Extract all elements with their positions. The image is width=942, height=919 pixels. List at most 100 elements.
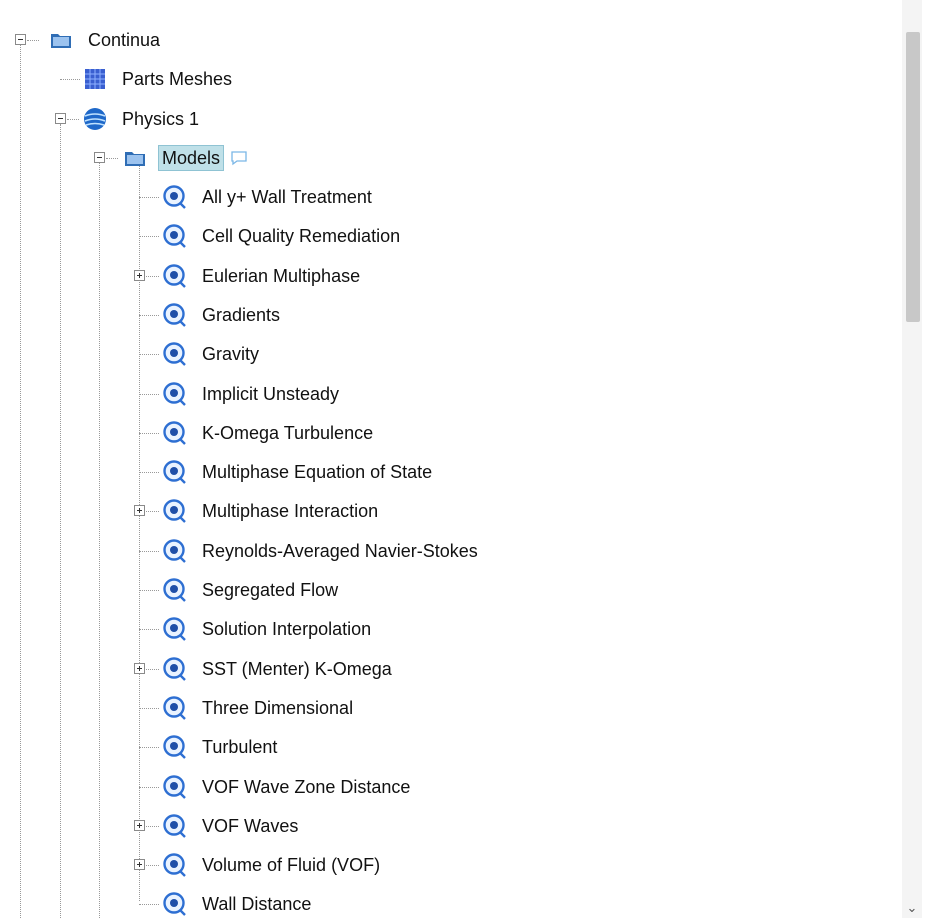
tree-node-label: Turbulent	[202, 737, 278, 757]
tree-node-label: Implicit Unsteady	[202, 384, 340, 404]
scroll-down-arrow-icon[interactable]: ⌄	[905, 901, 919, 914]
tree-node-label: Multiphase Interaction	[202, 501, 379, 521]
tree-node-label: Solution Interpolation	[202, 619, 372, 639]
model-node-icon	[160, 300, 190, 330]
tree-node-label: Gradients	[202, 305, 281, 325]
tree-node-model[interactable]: Solution Interpolation	[160, 614, 375, 644]
tree-node-model[interactable]: Reynolds-Averaged Navier-Stokes	[160, 536, 482, 566]
tree-node-label: VOF Waves	[202, 816, 299, 836]
tree-node-model[interactable]: Multiphase Equation of State	[160, 457, 436, 487]
tree-branch	[139, 708, 159, 709]
tree-branch	[139, 315, 159, 316]
tree-node-model[interactable]: Wall Distance	[160, 889, 315, 919]
model-node-icon	[160, 536, 190, 566]
tree-node-model[interactable]: VOF Wave Zone Distance	[160, 772, 414, 802]
tree-node-label: Segregated Flow	[202, 580, 339, 600]
model-node-icon	[160, 496, 190, 526]
tree-branch	[139, 590, 159, 591]
toggle-expand[interactable]	[134, 820, 145, 831]
model-node-icon	[160, 418, 190, 448]
toggle-expand[interactable]	[134, 270, 145, 281]
tree-node-label: SST (Menter) K-Omega	[202, 659, 392, 679]
model-node-icon	[160, 261, 190, 291]
tree-branch	[27, 40, 39, 41]
model-node-icon	[160, 850, 190, 880]
model-node-icon	[160, 811, 190, 841]
tree-node-label: Cell Quality Remediation	[202, 226, 401, 246]
model-node-icon	[160, 654, 190, 684]
tree-branch	[106, 158, 118, 159]
tree-node-model[interactable]: Volume of Fluid (VOF)	[160, 850, 384, 880]
vertical-scrollbar[interactable]: ⌄	[902, 0, 922, 918]
tree-node-model[interactable]: Gravity	[160, 339, 263, 369]
model-node-icon	[160, 379, 190, 409]
tree-branch	[67, 119, 79, 120]
folder-icon	[120, 143, 150, 173]
tree-node-label: Volume of Fluid (VOF)	[202, 855, 381, 875]
toggle-expand[interactable]	[134, 859, 145, 870]
mesh-grid-icon	[80, 64, 110, 94]
model-node-icon	[160, 575, 190, 605]
tree-node-model[interactable]: K-Omega Turbulence	[160, 418, 377, 448]
simulation-tree: Continua Parts Meshes Physics 1 Models A…	[0, 0, 922, 918]
tree-node-label: Reynolds-Averaged Navier-Stokes	[202, 541, 478, 561]
tree-branch	[139, 629, 159, 630]
tree-line-models	[99, 163, 100, 918]
tree-node-model[interactable]: SST (Menter) K-Omega	[160, 654, 396, 684]
model-node-icon	[160, 889, 190, 919]
tree-node-label: Continua	[88, 30, 161, 50]
tree-node-model[interactable]: Three Dimensional	[160, 693, 357, 723]
tree-node-label: Three Dimensional	[202, 698, 354, 718]
tree-node-model[interactable]: Turbulent	[160, 732, 281, 762]
tree-branch	[139, 236, 159, 237]
tree-branch	[139, 472, 159, 473]
tree-node-model[interactable]: All y+ Wall Treatment	[160, 182, 376, 212]
tree-node-label: All y+ Wall Treatment	[202, 187, 372, 207]
tree-node-label: Parts Meshes	[122, 69, 233, 89]
tree-node-model[interactable]: Gradients	[160, 300, 284, 330]
model-node-icon	[160, 614, 190, 644]
tree-node-label: K-Omega Turbulence	[202, 423, 374, 443]
tree-node-physics-1[interactable]: Physics 1	[80, 104, 203, 134]
tree-line-physics	[60, 124, 61, 918]
physics-sphere-icon	[80, 104, 110, 134]
tree-node-label: Eulerian Multiphase	[202, 266, 361, 286]
model-node-icon	[160, 732, 190, 762]
tree-branch	[139, 197, 159, 198]
tree-node-label: Models	[158, 145, 225, 171]
tree-node-model[interactable]: Eulerian Multiphase	[160, 261, 364, 291]
model-node-icon	[160, 772, 190, 802]
folder-icon	[46, 25, 76, 55]
tree-node-model[interactable]: Segregated Flow	[160, 575, 342, 605]
model-node-icon	[160, 339, 190, 369]
model-node-icon	[160, 221, 190, 251]
tree-node-label: Wall Distance	[202, 894, 312, 914]
model-node-icon	[160, 693, 190, 723]
tree-branch	[60, 79, 80, 80]
model-node-icon	[160, 182, 190, 212]
tree-line-root	[20, 45, 21, 918]
tree-branch	[139, 551, 159, 552]
toggle-collapse-models[interactable]	[94, 152, 105, 163]
tree-branch	[139, 904, 159, 905]
model-node-icon	[160, 457, 190, 487]
tree-node-model[interactable]: Multiphase Interaction	[160, 496, 382, 526]
toggle-collapse-continua[interactable]	[15, 34, 26, 45]
toggle-expand[interactable]	[134, 663, 145, 674]
comment-bubble-icon[interactable]	[230, 150, 248, 166]
tree-node-model[interactable]: Implicit Unsteady	[160, 379, 343, 409]
toggle-collapse-physics[interactable]	[55, 113, 66, 124]
tree-node-parts-meshes[interactable]: Parts Meshes	[80, 64, 236, 94]
tree-node-model[interactable]: VOF Waves	[160, 811, 302, 841]
tree-node-label: Gravity	[202, 344, 260, 364]
scrollbar-thumb[interactable]	[906, 32, 920, 322]
tree-node-label: VOF Wave Zone Distance	[202, 777, 411, 797]
tree-node-models[interactable]: Models	[120, 143, 248, 173]
toggle-expand[interactable]	[134, 505, 145, 516]
tree-branch	[139, 354, 159, 355]
tree-branch	[139, 394, 159, 395]
tree-node-model[interactable]: Cell Quality Remediation	[160, 221, 404, 251]
tree-branch	[139, 747, 159, 748]
tree-branch	[139, 433, 159, 434]
tree-node-continua[interactable]: Continua	[46, 25, 164, 55]
